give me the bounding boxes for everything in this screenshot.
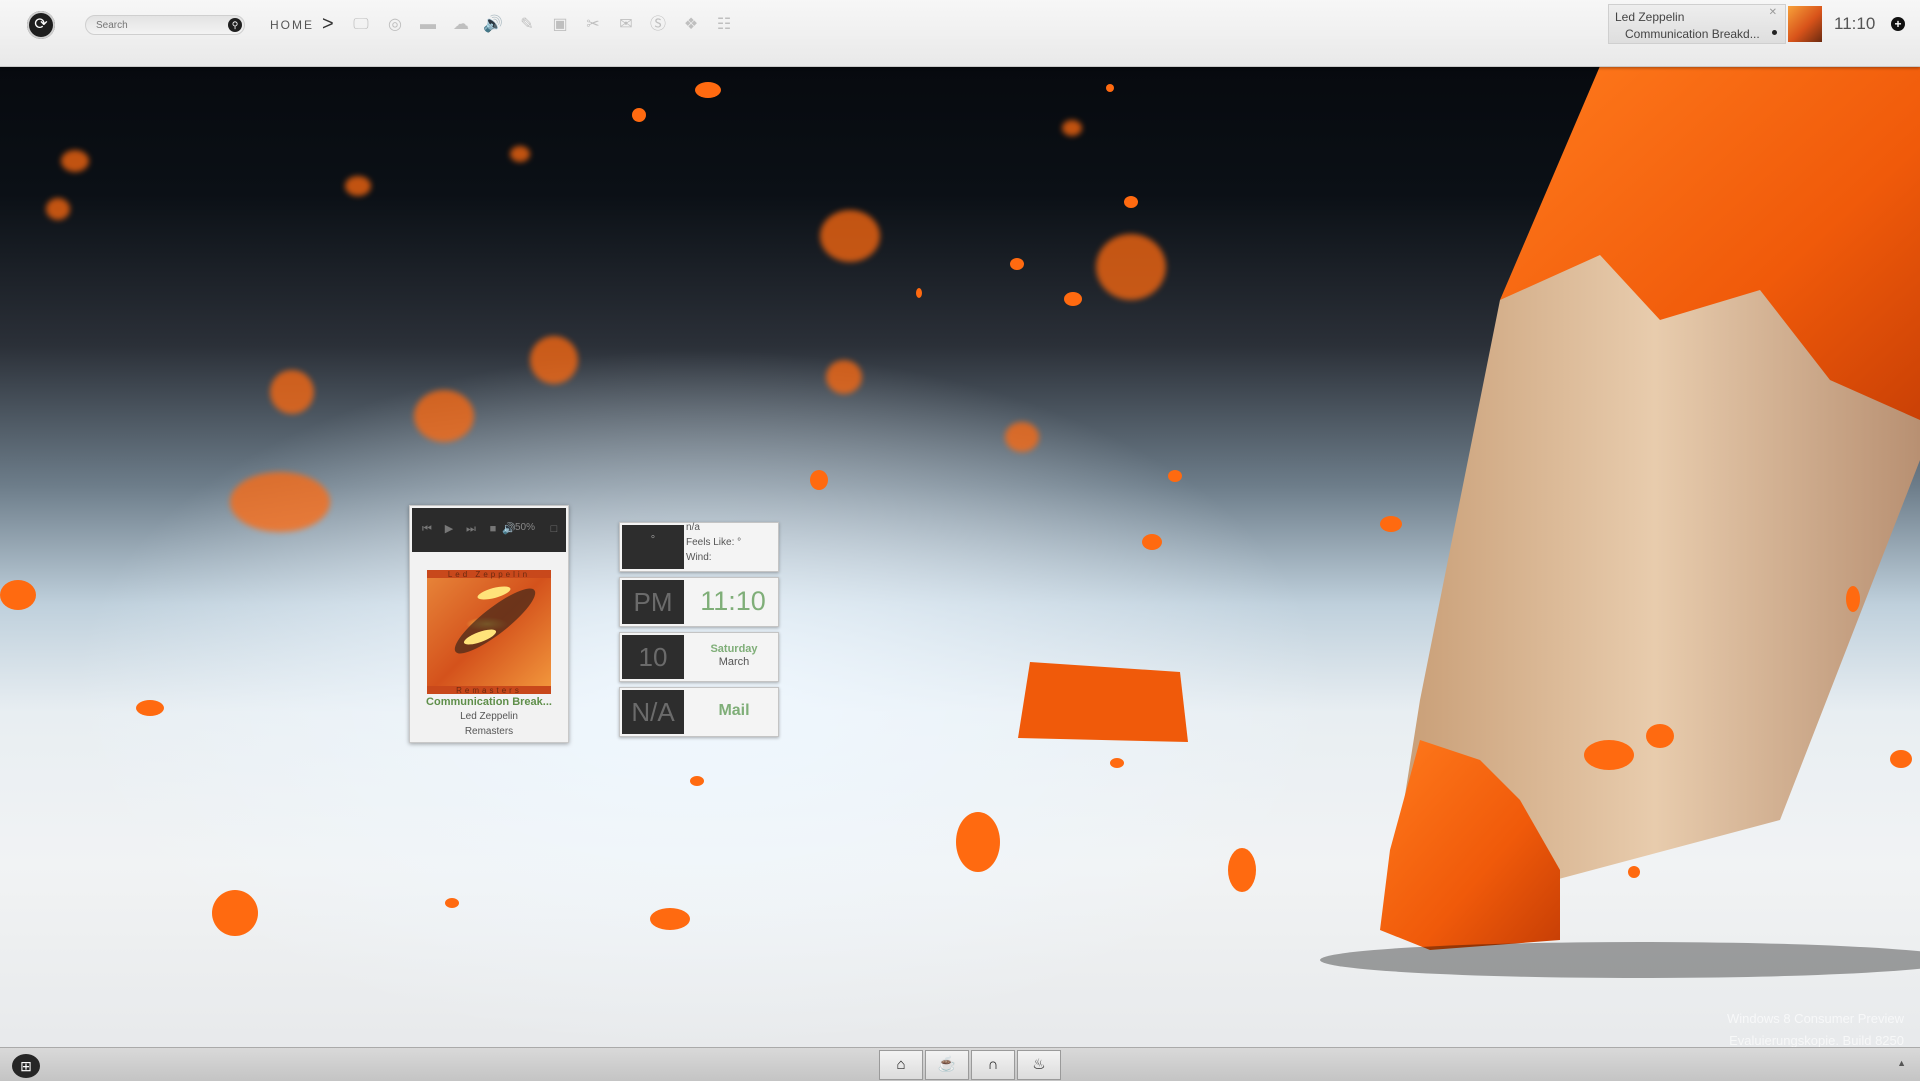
home-icon[interactable]: ⌂ [879, 1050, 923, 1080]
windows-start-icon[interactable]: ⊞ [12, 1054, 40, 1078]
clock-widget[interactable]: PM 11:10 [619, 577, 779, 627]
edit-icon[interactable]: ✎ [517, 15, 537, 35]
pencil-illustration [1018, 66, 1920, 978]
grid-icon[interactable]: ☷ [714, 15, 734, 35]
track-title: Communication Break... [426, 696, 552, 708]
album-art-title: Led Zeppelin [447, 570, 531, 579]
weather-condition: n/a [686, 522, 700, 533]
album-thumbnail[interactable] [1788, 6, 1822, 42]
globe-icon[interactable]: ◎ [385, 15, 405, 35]
headphones-icon[interactable]: ∩ [971, 1050, 1015, 1080]
speaker-icon[interactable]: 🔊 [483, 15, 503, 35]
paperclip-icon[interactable]: ✂ [583, 15, 603, 35]
top-clock: 11:10 [1834, 14, 1876, 33]
track-artist: Led Zeppelin [460, 711, 518, 722]
album-art: Led Zeppelin Remasters [427, 570, 551, 694]
desktop-wallpaper [0, 0, 1920, 1080]
add-icon[interactable]: + [1891, 17, 1905, 31]
windows-watermark: Windows 8 Consumer Preview Evaluierungsk… [1727, 1008, 1904, 1052]
search-icon[interactable]: ⚲ [228, 18, 242, 32]
monitor-icon[interactable]: 🖵 [351, 15, 371, 35]
skype-icon[interactable]: Ⓢ [648, 15, 668, 35]
now-playing-artist: Led Zeppelin [1615, 10, 1685, 24]
now-playing-track: Communication Breakd... [1625, 27, 1760, 41]
close-icon[interactable]: ✕ [1769, 7, 1777, 18]
status-dot-icon [1772, 30, 1777, 35]
date-weekday: Saturday [710, 643, 758, 655]
play-icon[interactable]: ▶ [441, 522, 457, 536]
image-icon[interactable]: ▣ [550, 15, 570, 35]
coffee-icon[interactable]: ☕ [925, 1050, 969, 1080]
weather-wind: Wind: [686, 552, 712, 563]
dropbox-icon[interactable]: ❖ [681, 15, 701, 35]
album-art-subtitle: Remasters [456, 686, 522, 694]
message-icon[interactable]: ✉ [616, 15, 636, 35]
player-controls: ⏮ ▶ ⏭ ■ 🔊 50% □ [412, 508, 566, 552]
flame-icon[interactable]: ♨ [1017, 1050, 1061, 1080]
now-playing-mini[interactable]: Led Zeppelin Communication Breakd... ✕ [1608, 4, 1786, 44]
home-link[interactable]: HOME [270, 18, 314, 32]
window-icon[interactable]: □ [546, 522, 562, 536]
stop-icon[interactable]: ■ [485, 522, 501, 536]
track-album: Remasters [464, 726, 514, 737]
weather-feels-like: Feels Like: ° [686, 537, 742, 548]
next-icon[interactable]: ⏭ [463, 522, 479, 536]
watermark-line-1: Windows 8 Consumer Preview [1726, 1011, 1904, 1026]
search-box[interactable]: ⚲ [85, 15, 245, 35]
music-player-widget: ⏮ ▶ ⏭ ■ 🔊 50% □ Led Zeppelin Remasters C… [409, 505, 569, 743]
cloud-icon[interactable]: ☁ [451, 15, 471, 35]
tray-expand-icon[interactable]: ▲ [1897, 1058, 1906, 1068]
taskbar: ⊞ ⌂ ☕ ∩ ♨ ▲ [0, 1047, 1920, 1081]
date-month: March [718, 656, 750, 668]
date-widget[interactable]: 10 Saturday March [619, 632, 779, 682]
mail-label: Mail [718, 702, 750, 719]
clock-time: 11:10 [700, 586, 766, 616]
mail-widget[interactable]: N/A Mail [619, 687, 779, 737]
search-input[interactable] [96, 18, 216, 32]
chevron-right-icon[interactable]: > [322, 12, 334, 36]
clock-ampm: PM [622, 580, 684, 624]
weather-widget[interactable]: ° n/a Feels Like: ° Wind: [619, 522, 779, 572]
previous-icon[interactable]: ⏮ [419, 522, 435, 536]
mail-count: N/A [622, 690, 684, 734]
chat-icon[interactable]: ▬ [418, 15, 438, 35]
weather-icon: ° [622, 525, 684, 569]
refresh-icon[interactable]: ⟳ [27, 11, 55, 39]
date-day-number: 10 [622, 635, 684, 679]
top-bar: ⟳ ⚲ HOME > 🖵 ◎ ▬ ☁ 🔊 ✎ ▣ ✂ ✉ Ⓢ ❖ ☷ Led Z… [0, 0, 1920, 67]
volume-level[interactable]: 50% [515, 522, 535, 533]
